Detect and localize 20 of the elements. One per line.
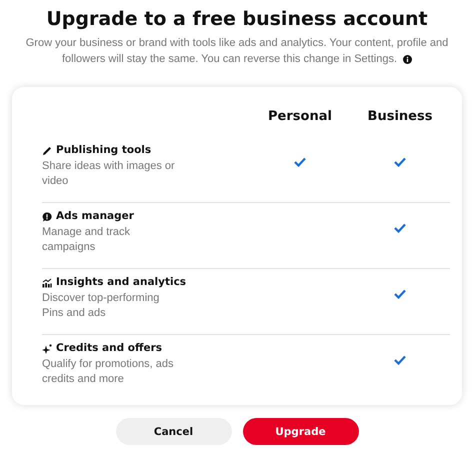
feature-description: Discover top-performing Pins and ads (42, 291, 160, 321)
bar-chart-icon (42, 278, 52, 288)
feature-description: Manage and track campaigns (42, 225, 132, 255)
feature-title: Publishing tools (56, 143, 152, 158)
pencil-icon (42, 146, 52, 156)
feature-title: Insights and analytics (56, 275, 186, 290)
column-header: Business (366, 109, 434, 126)
upgrade-button[interactable]: Upgrade (242, 418, 358, 445)
cancel-button[interactable]: Cancel (116, 418, 232, 445)
dialog-description: Grow your business or brand with tools like ads and analytics. Your content, profile and (26, 36, 448, 51)
dialog-description: followers will stay the same. You can reverse this change in Settings. (62, 52, 398, 67)
speech-bubble-icon (42, 212, 52, 222)
column-header: Personal (267, 109, 333, 126)
feature-title: Credits and offers (56, 341, 162, 356)
feature-title: Ads manager (56, 209, 134, 224)
feature-description: Share ideas with images or video (42, 159, 176, 189)
dialog-title: Upgrade to a free business account (45, 7, 429, 32)
info-icon[interactable] (403, 54, 412, 64)
feature-description: Qualify for promotions, ads credits and more (42, 357, 174, 387)
sparkle-icon (42, 344, 52, 354)
